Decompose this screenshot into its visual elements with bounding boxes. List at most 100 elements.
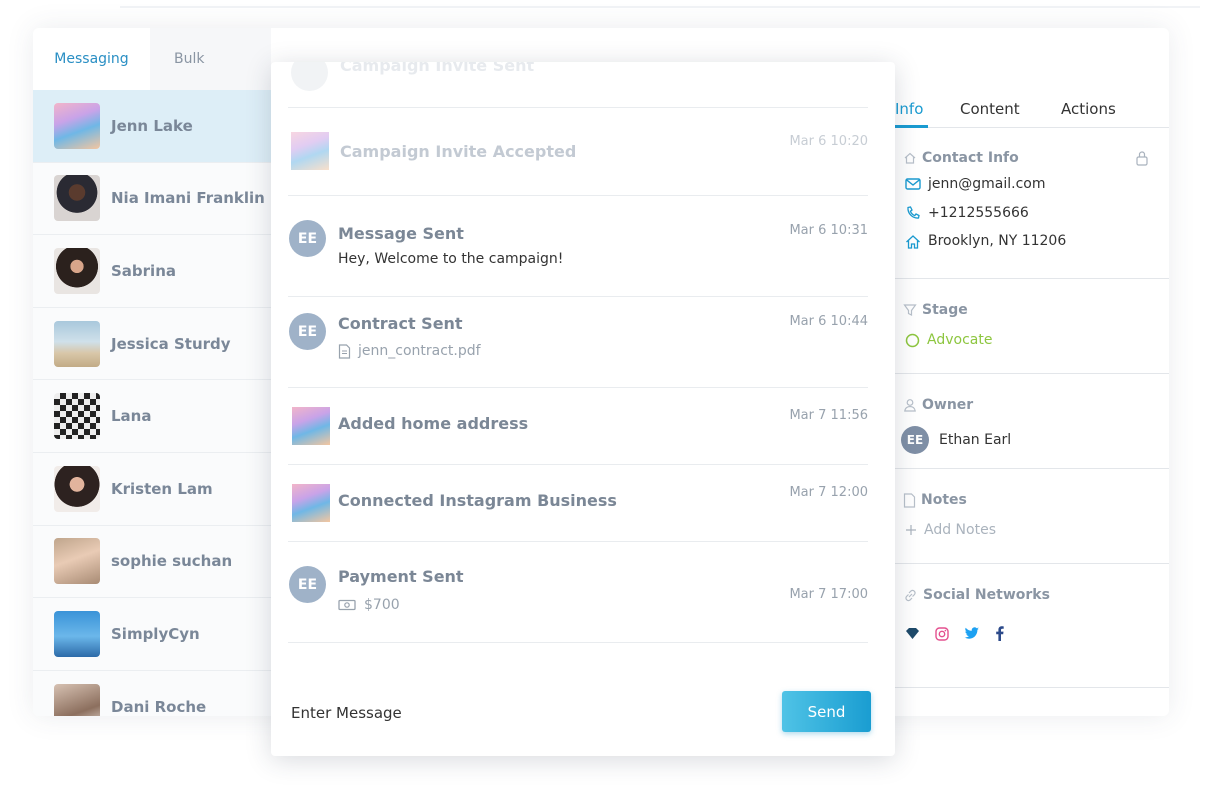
message-input[interactable]: Enter Message [291, 704, 402, 722]
entry-time: Mar 6 10:31 [789, 223, 868, 238]
entry-title: Added home address [338, 414, 529, 433]
owner-line[interactable]: EE Ethan Earl [901, 426, 1011, 454]
detail-tabs: Info Content Actions [895, 90, 1169, 128]
contact-row[interactable]: Sabrina [33, 235, 271, 308]
amount-value: $700 [364, 597, 400, 613]
plus-icon [906, 525, 916, 535]
entry-avatar [291, 132, 329, 170]
tab-bulk[interactable]: Bulk [150, 28, 271, 90]
social-title: Social Networks [903, 587, 1050, 603]
message-panel: Campaign Invite Sent Campaign Invite Acc… [271, 62, 895, 756]
home-icon [904, 152, 916, 164]
avatar [54, 247, 100, 294]
avatar [54, 320, 100, 367]
entry-amount: $700 [338, 597, 400, 613]
stage-title: Stage [903, 302, 968, 318]
entry-title: Connected Instagram Business [338, 491, 617, 510]
stage-label: Stage [922, 302, 968, 318]
timeline-entry: Campaign Invite Sent [288, 62, 868, 108]
social-label: Social Networks [923, 587, 1050, 603]
avatar [54, 465, 100, 512]
owner-label: Owner [922, 397, 974, 413]
notes-label: Notes [921, 492, 967, 508]
contact-row[interactable]: Dani Roche [33, 671, 271, 716]
contact-info-section: Contact Info jenn@gmail.com +1212555666 … [895, 128, 1169, 279]
contact-list: Jenn Lake Nia Imani Franklin Sabrina Jes… [33, 90, 271, 716]
entry-time: Mar 6 10:44 [789, 314, 868, 329]
contact-row[interactable]: Kristen Lam [33, 453, 271, 526]
notes-section: Notes Add Notes [895, 469, 1169, 564]
avatar [54, 393, 100, 440]
tab-messaging[interactable]: Messaging [33, 28, 150, 90]
entry-time: Mar 7 11:56 [789, 408, 868, 423]
entry-avatar: EE [289, 566, 326, 603]
add-notes-button[interactable]: Add Notes [905, 522, 996, 538]
contact-row[interactable]: Nia Imani Franklin [33, 163, 271, 236]
entry-title: Payment Sent [338, 567, 464, 586]
contact-row[interactable]: sophie suchan [33, 526, 271, 599]
entry-avatar [292, 484, 330, 522]
entry-avatar [292, 407, 330, 445]
contact-row[interactable]: Jenn Lake [33, 90, 271, 163]
avatar [54, 538, 100, 585]
app-root: Messaging Bulk Jenn Lake Nia Imani Frank… [0, 0, 1205, 788]
contact-row[interactable]: Lana [33, 380, 271, 453]
owner-name: Ethan Earl [939, 432, 1012, 448]
avatar [54, 102, 100, 149]
owner-avatar: EE [901, 426, 929, 454]
twitter-icon[interactable] [964, 627, 980, 640]
phone-icon [907, 206, 920, 219]
contact-name: Jenn Lake [111, 116, 193, 135]
entry-subtitle: Hey, Welcome to the campaign! [338, 251, 564, 267]
contact-row[interactable]: Jessica Sturdy [33, 308, 271, 381]
contact-name: SimplyCyn [111, 624, 200, 643]
user-icon [904, 399, 916, 412]
stage-value-line[interactable]: Advocate [905, 332, 992, 348]
avatar [54, 175, 100, 222]
contact-name: Sabrina [111, 261, 177, 280]
stage-section: Stage Advocate [895, 279, 1169, 374]
tab-info[interactable]: Info [895, 100, 923, 118]
phone-value: +1212555666 [928, 205, 1029, 221]
entry-attachment[interactable]: jenn_contract.pdf [338, 343, 481, 359]
contact-row[interactable]: SimplyCyn [33, 598, 271, 671]
entry-avatar: EE [289, 313, 326, 350]
contact-name: Kristen Lam [111, 479, 213, 498]
entry-avatar [291, 62, 328, 91]
avatar [54, 683, 100, 716]
email-value: jenn@gmail.com [928, 176, 1046, 192]
entry-title: Message Sent [338, 224, 464, 243]
contact-name: Dani Roche [111, 697, 207, 716]
lock-icon[interactable] [1135, 150, 1149, 166]
facebook-icon[interactable] [995, 626, 1004, 641]
document-icon [903, 492, 916, 508]
gem-icon[interactable] [905, 627, 920, 640]
social-section: Social Networks [895, 564, 1169, 688]
contact-name: Jessica Sturdy [111, 334, 231, 353]
social-icons [905, 626, 1004, 641]
tab-actions[interactable]: Actions [1061, 100, 1116, 118]
attachment-name: jenn_contract.pdf [358, 343, 481, 359]
address-value: Brooklyn, NY 11206 [928, 233, 1067, 249]
timeline-entry: Added home address Mar 7 11:56 [288, 388, 868, 465]
email-line[interactable]: jenn@gmail.com [905, 176, 1045, 192]
contact-name: Nia Imani Franklin [111, 189, 265, 208]
address-line: Brooklyn, NY 11206 [905, 233, 1066, 249]
entry-time: Mar 7 12:00 [789, 485, 868, 500]
contact-name: Lana [111, 407, 152, 426]
owner-section: Owner EE Ethan Earl [895, 374, 1169, 469]
contact-name: sophie suchan [111, 552, 233, 571]
instagram-icon[interactable] [935, 626, 949, 641]
mode-tabs: Messaging Bulk [33, 28, 271, 90]
contact-info-title: Contact Info [903, 150, 1019, 166]
contact-info-label: Contact Info [922, 150, 1019, 166]
avatar [54, 610, 100, 657]
tab-content[interactable]: Content [960, 100, 1020, 118]
timeline-entry: EE Message Sent Hey, Welcome to the camp… [288, 196, 868, 297]
top-divider [120, 6, 1200, 8]
add-notes-label: Add Notes [924, 522, 996, 538]
phone-line[interactable]: +1212555666 [905, 205, 1029, 221]
timeline-entry: EE Payment Sent $700 Mar 7 17:00 [288, 542, 868, 643]
owner-title: Owner [903, 397, 973, 413]
send-button[interactable]: Send [782, 691, 871, 732]
